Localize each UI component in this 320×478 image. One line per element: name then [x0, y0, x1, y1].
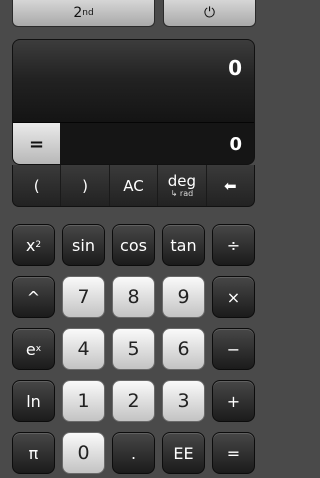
- display-equals-indicator: =: [13, 123, 60, 164]
- minus-label: −: [226, 339, 241, 359]
- digit-0-label: 0: [77, 442, 90, 464]
- ee-label: EE: [173, 443, 194, 463]
- digit-2-label: 2: [127, 390, 140, 412]
- decimal-button[interactable]: .: [112, 432, 155, 474]
- x-squared-sup: 2: [35, 240, 42, 250]
- power-button[interactable]: ⏻: [163, 0, 256, 27]
- angle-mode-label: deg: [167, 171, 197, 190]
- sin-label: sin: [72, 235, 95, 255]
- ln-label: ln: [26, 391, 41, 411]
- digit-2-button[interactable]: 2: [112, 380, 155, 422]
- digit-6-button[interactable]: 6: [162, 328, 205, 370]
- exp-button[interactable]: ex: [12, 328, 55, 370]
- equals-button[interactable]: =: [212, 432, 255, 474]
- cos-label: cos: [120, 235, 147, 255]
- divide-label: ÷: [226, 235, 241, 255]
- all-clear-button[interactable]: AC: [110, 165, 159, 206]
- digit-5-button[interactable]: 5: [112, 328, 155, 370]
- exp-base: e: [25, 339, 36, 359]
- digit-3-label: 3: [177, 390, 190, 412]
- display-main-area: 0: [13, 40, 254, 123]
- x-squared-base: x: [25, 235, 36, 255]
- digit-4-button[interactable]: 4: [62, 328, 105, 370]
- digit-7-button[interactable]: 7: [62, 276, 105, 318]
- equals-label: =: [226, 443, 241, 463]
- minus-button[interactable]: −: [212, 328, 255, 370]
- open-paren-label: (: [33, 176, 40, 195]
- second-function-button[interactable]: 2nd: [12, 0, 155, 27]
- close-paren-button[interactable]: ): [61, 165, 110, 206]
- x-squared-button[interactable]: x2: [12, 224, 55, 266]
- digit-3-button[interactable]: 3: [162, 380, 205, 422]
- power-operator-button[interactable]: ^: [12, 276, 55, 318]
- open-paren-button[interactable]: (: [13, 165, 62, 206]
- tan-button[interactable]: tan: [162, 224, 205, 266]
- angle-mode-button[interactable]: deg ↳ rad: [158, 165, 207, 206]
- multiply-button[interactable]: ×: [212, 276, 255, 318]
- calculator-display: 0 = 0: [12, 39, 255, 165]
- digit-8-label: 8: [127, 286, 140, 308]
- power-icon: ⏻: [203, 5, 216, 21]
- display-result-value: 0: [229, 134, 242, 155]
- digit-4-label: 4: [77, 338, 90, 360]
- digit-7-label: 7: [77, 286, 90, 308]
- backspace-button[interactable]: ⬅: [207, 165, 254, 206]
- tan-label: tan: [170, 235, 197, 255]
- second-label: 2: [73, 5, 83, 21]
- exp-sup: x: [35, 344, 42, 354]
- decimal-label: .: [130, 443, 137, 463]
- backspace-icon: ⬅: [224, 176, 237, 195]
- digit-1-label: 1: [77, 390, 90, 412]
- ee-button[interactable]: EE: [162, 432, 205, 474]
- pi-button[interactable]: π: [12, 432, 55, 474]
- digit-6-label: 6: [177, 338, 190, 360]
- digit-9-button[interactable]: 9: [162, 276, 205, 318]
- digit-5-label: 5: [127, 338, 140, 360]
- second-label-sup: nd: [82, 8, 94, 18]
- sin-button[interactable]: sin: [62, 224, 105, 266]
- all-clear-label: AC: [123, 176, 144, 195]
- digit-9-label: 9: [177, 286, 190, 308]
- digit-0-button[interactable]: 0: [62, 432, 105, 474]
- ln-button[interactable]: ln: [12, 380, 55, 422]
- plus-button[interactable]: +: [212, 380, 255, 422]
- close-paren-label: ): [82, 176, 89, 195]
- pi-label: π: [28, 443, 39, 463]
- multiply-label: ×: [226, 287, 241, 307]
- digit-8-button[interactable]: 8: [112, 276, 155, 318]
- divide-button[interactable]: ÷: [212, 224, 255, 266]
- display-main-value: 0: [228, 56, 242, 80]
- cos-button[interactable]: cos: [112, 224, 155, 266]
- display-equals-label: =: [28, 134, 45, 155]
- function-row: ( ) AC deg ↳ rad ⬅: [12, 165, 255, 207]
- digit-1-button[interactable]: 1: [62, 380, 105, 422]
- power-operator-label: ^: [26, 287, 41, 307]
- plus-label: +: [226, 391, 241, 411]
- angle-mode-alt-label: ↳ rad: [170, 188, 194, 198]
